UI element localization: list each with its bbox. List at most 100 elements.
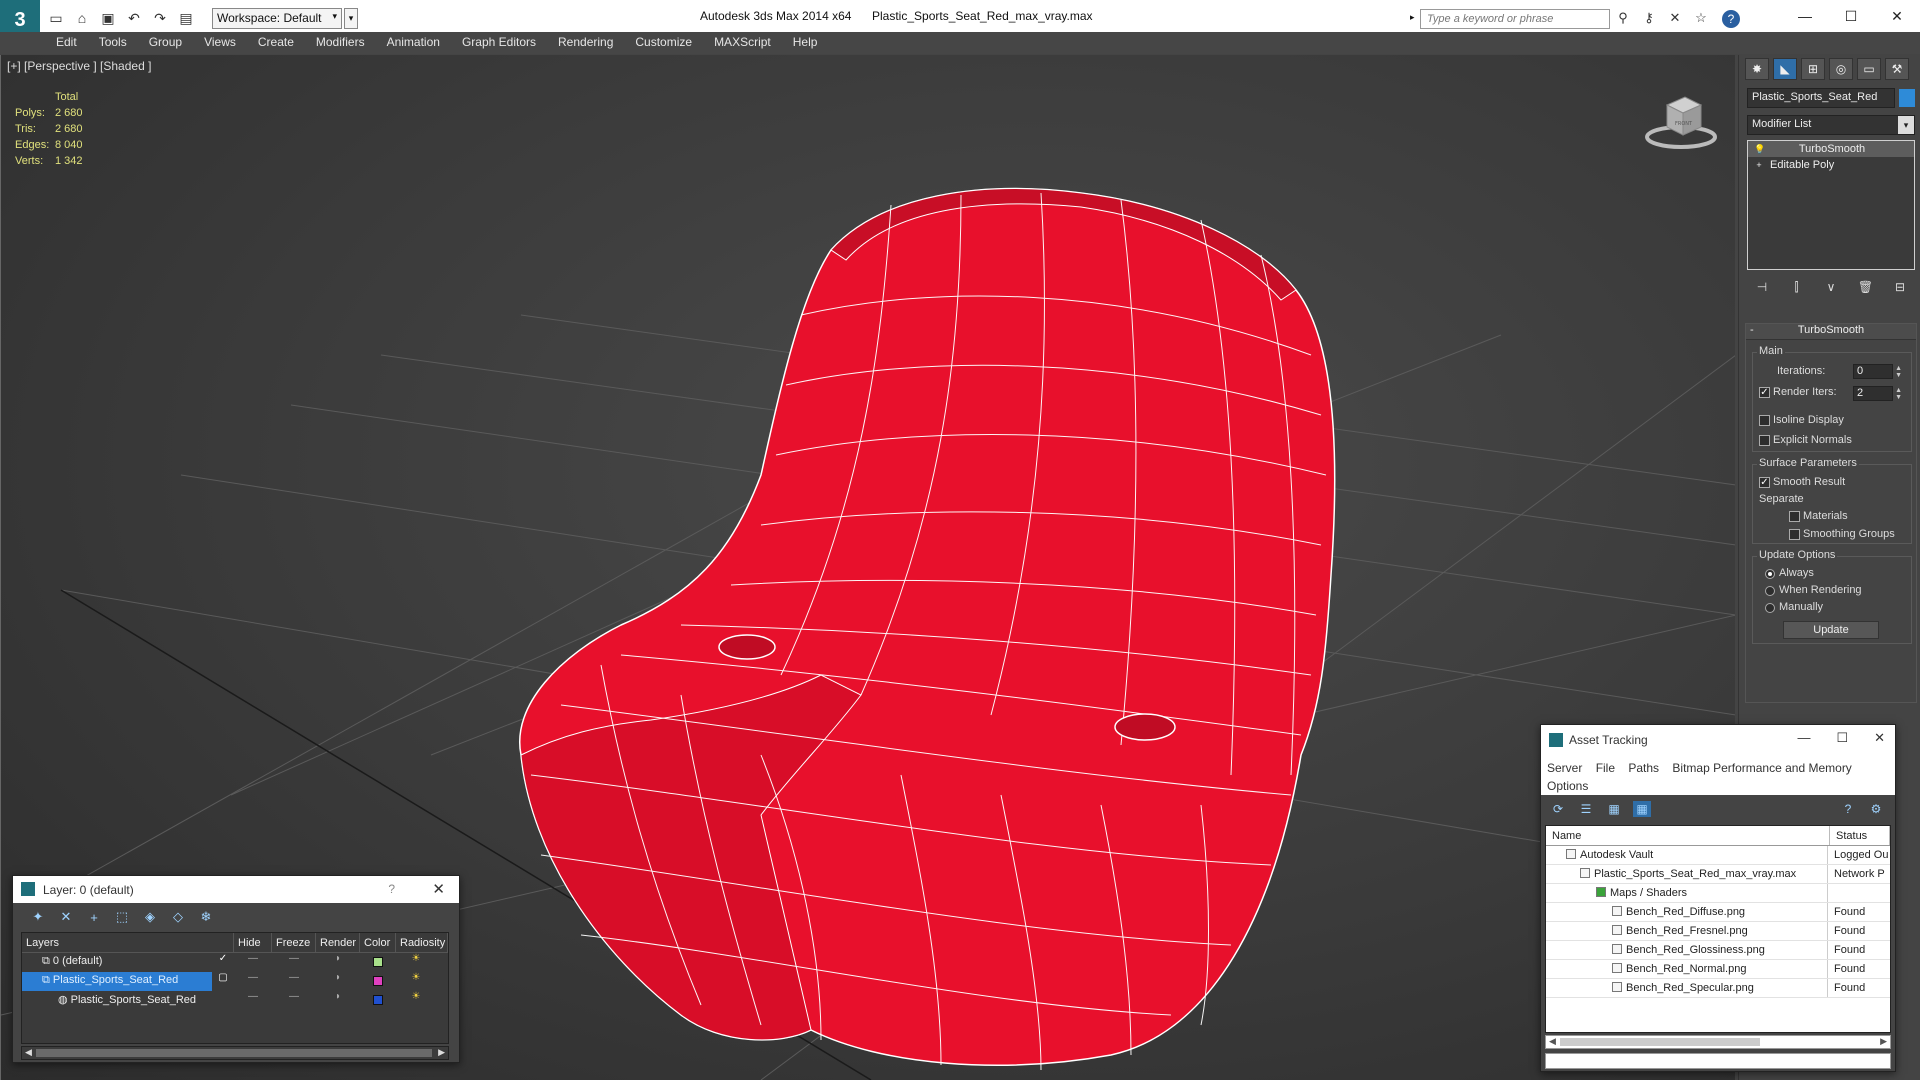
hide-all-layers-icon[interactable]: ◇ [169, 909, 187, 925]
asset-menu-bitmap[interactable]: Bitmap Performance and Memory [1672, 761, 1851, 775]
object-name-cell[interactable]: ◍ Plastic_Sports_Seat_Red [22, 991, 212, 1010]
maximize-icon[interactable]: ☐ [1836, 730, 1848, 746]
pin-stack-icon[interactable]: ⊣ [1751, 277, 1773, 297]
render-toggle-icon[interactable]: ◗ [316, 972, 360, 991]
object-row[interactable]: ◍ Plastic_Sports_Seat_Red — — ◗ ☀ [22, 991, 448, 1010]
when-rendering-radio[interactable] [1765, 586, 1775, 596]
object-color-swatch[interactable] [1899, 89, 1915, 107]
add-to-layer-icon[interactable]: + [85, 909, 103, 925]
asset-row[interactable]: Bench_Red_Fresnel.png Found [1546, 922, 1890, 941]
asset-path-field[interactable] [1545, 1053, 1891, 1069]
close-icon[interactable]: ✕ [432, 880, 445, 898]
viewport-label[interactable]: [+] [Perspective ] [Shaded ] [7, 59, 151, 73]
show-end-result-icon[interactable]: ⫿ [1786, 277, 1808, 297]
layer-color-swatch[interactable] [373, 976, 383, 986]
motion-tab-icon[interactable]: ◎ [1829, 58, 1853, 80]
workspace-menu-button[interactable]: ▾ [344, 8, 358, 29]
star-icon[interactable]: ☆ [1692, 10, 1710, 26]
layer-name-cell[interactable]: ⧉ 0 (default) [22, 953, 212, 972]
render-iters-checkbox[interactable]: ✓ [1759, 387, 1770, 398]
menu-edit[interactable]: Edit [56, 32, 89, 54]
save-file-icon[interactable]: ▣ [98, 9, 118, 27]
asset-window-titlebar[interactable]: Asset Tracking — ☐ ✕ [1541, 725, 1895, 755]
undo-icon[interactable]: ↶ [124, 9, 144, 27]
remove-modifier-icon[interactable]: 🗑 [1855, 277, 1877, 297]
radiosity-icon[interactable]: ☀ [396, 953, 436, 972]
asset-menu-server[interactable]: Server [1547, 761, 1582, 775]
color-cell[interactable] [360, 972, 396, 991]
stack-item-editable-poly[interactable]: + Editable Poly [1748, 157, 1914, 173]
asset-horizontal-scrollbar[interactable]: ◀ ▶ [1545, 1035, 1891, 1049]
freeze-toggle[interactable]: — [272, 953, 316, 972]
viewcube-icon[interactable]: FRONT [1641, 85, 1721, 155]
render-toggle-icon[interactable]: ◗ [316, 953, 360, 972]
active-layer-check-icon[interactable]: ✓ [212, 953, 234, 972]
menu-tools[interactable]: Tools [99, 32, 139, 54]
create-layer-icon[interactable]: ✦ [29, 909, 47, 925]
binoculars-icon[interactable]: ⚲ [1614, 10, 1632, 26]
layer-color-swatch[interactable] [373, 957, 383, 967]
help-icon[interactable]: ? [388, 882, 395, 896]
menu-graph-editors[interactable]: Graph Editors [462, 32, 548, 54]
close-icon[interactable]: ✕ [1874, 730, 1885, 746]
menu-group[interactable]: Group [149, 32, 194, 54]
workspace-dropdown[interactable]: Workspace: Default ▾ [212, 8, 342, 29]
column-hide[interactable]: Hide [234, 933, 272, 952]
key-icon[interactable]: ⚷ [1640, 10, 1658, 26]
redo-icon[interactable]: ↷ [150, 9, 170, 27]
project-folder-icon[interactable]: ▤ [176, 9, 196, 27]
layer-row[interactable]: ⧉ 0 (default) ✓ — — ◗ ☀ [22, 953, 448, 972]
menu-views[interactable]: Views [204, 32, 248, 54]
open-file-icon[interactable]: ⌂ [72, 9, 92, 27]
display-tab-icon[interactable]: ▭ [1857, 58, 1881, 80]
render-toggle-icon[interactable]: ◗ [316, 991, 360, 1010]
set-active-layer-icon[interactable]: ▢ [212, 972, 234, 991]
scroll-right-icon[interactable]: ▶ [438, 1047, 445, 1058]
hierarchy-tab-icon[interactable]: ⊞ [1801, 58, 1825, 80]
menu-help[interactable]: Help [793, 32, 830, 54]
column-status[interactable]: Status [1830, 826, 1890, 845]
menu-maxscript[interactable]: MAXScript [714, 32, 783, 54]
column-layers[interactable]: Layers [22, 933, 234, 952]
update-button[interactable]: Update [1783, 621, 1879, 639]
make-unique-icon[interactable]: ∨ [1820, 277, 1842, 297]
seat-mesh[interactable] [519, 187, 1336, 1071]
layer-horizontal-scrollbar[interactable]: ◀ ▶ [21, 1046, 449, 1060]
menu-animation[interactable]: Animation [387, 32, 452, 54]
communication-icon[interactable]: ✕ [1666, 10, 1684, 26]
radiosity-icon[interactable]: ☀ [396, 972, 436, 991]
menu-modifiers[interactable]: Modifiers [316, 32, 377, 54]
minimize-icon[interactable]: — [1797, 730, 1810, 746]
search-expand-icon[interactable]: ▸ [1410, 12, 1415, 23]
radiosity-icon[interactable]: ☀ [396, 991, 436, 1010]
maximize-icon[interactable]: ☐ [1828, 0, 1874, 32]
table-view-icon[interactable]: ▦ [1633, 801, 1651, 817]
column-name[interactable]: Name [1546, 826, 1830, 845]
close-icon[interactable]: ✕ [1874, 0, 1920, 32]
search-input[interactable]: Type a keyword or phrase [1420, 9, 1610, 29]
highlight-layer-icon[interactable]: ◈ [141, 909, 159, 925]
create-tab-icon[interactable]: ✸ [1745, 58, 1769, 80]
asset-row[interactable]: Bench_Red_Glossiness.png Found [1546, 941, 1890, 960]
utilities-tab-icon[interactable]: ⚒ [1885, 58, 1909, 80]
smooth-result-checkbox[interactable]: ✓ [1759, 477, 1770, 488]
scroll-right-icon[interactable]: ▶ [1880, 1036, 1887, 1047]
help-icon[interactable]: ? [1839, 801, 1857, 817]
always-radio[interactable] [1765, 569, 1775, 579]
asset-row[interactable]: Bench_Red_Specular.png Found [1546, 979, 1890, 998]
column-color[interactable]: Color [360, 933, 396, 952]
spinner-arrows-icon[interactable]: ▲ ▼ [1895, 365, 1902, 379]
layer-window-titlebar[interactable]: Layer: 0 (default) ? ✕ [13, 876, 459, 903]
scroll-left-icon[interactable]: ◀ [1549, 1036, 1556, 1047]
menu-rendering[interactable]: Rendering [558, 32, 625, 54]
settings-icon[interactable]: ⚙ [1867, 801, 1885, 817]
hide-toggle[interactable]: — [234, 991, 272, 1010]
column-radiosity[interactable]: Radiosity [396, 933, 448, 952]
column-render[interactable]: Render [316, 933, 360, 952]
expand-plus-icon[interactable]: + [1754, 160, 1764, 170]
list-view-icon[interactable]: ☰ [1577, 801, 1595, 817]
rollout-header[interactable]: - TurboSmooth [1746, 324, 1916, 340]
new-file-icon[interactable]: ▭ [46, 9, 66, 27]
asset-row[interactable]: Maps / Shaders [1546, 884, 1890, 903]
delete-layer-icon[interactable]: ✕ [57, 909, 75, 925]
